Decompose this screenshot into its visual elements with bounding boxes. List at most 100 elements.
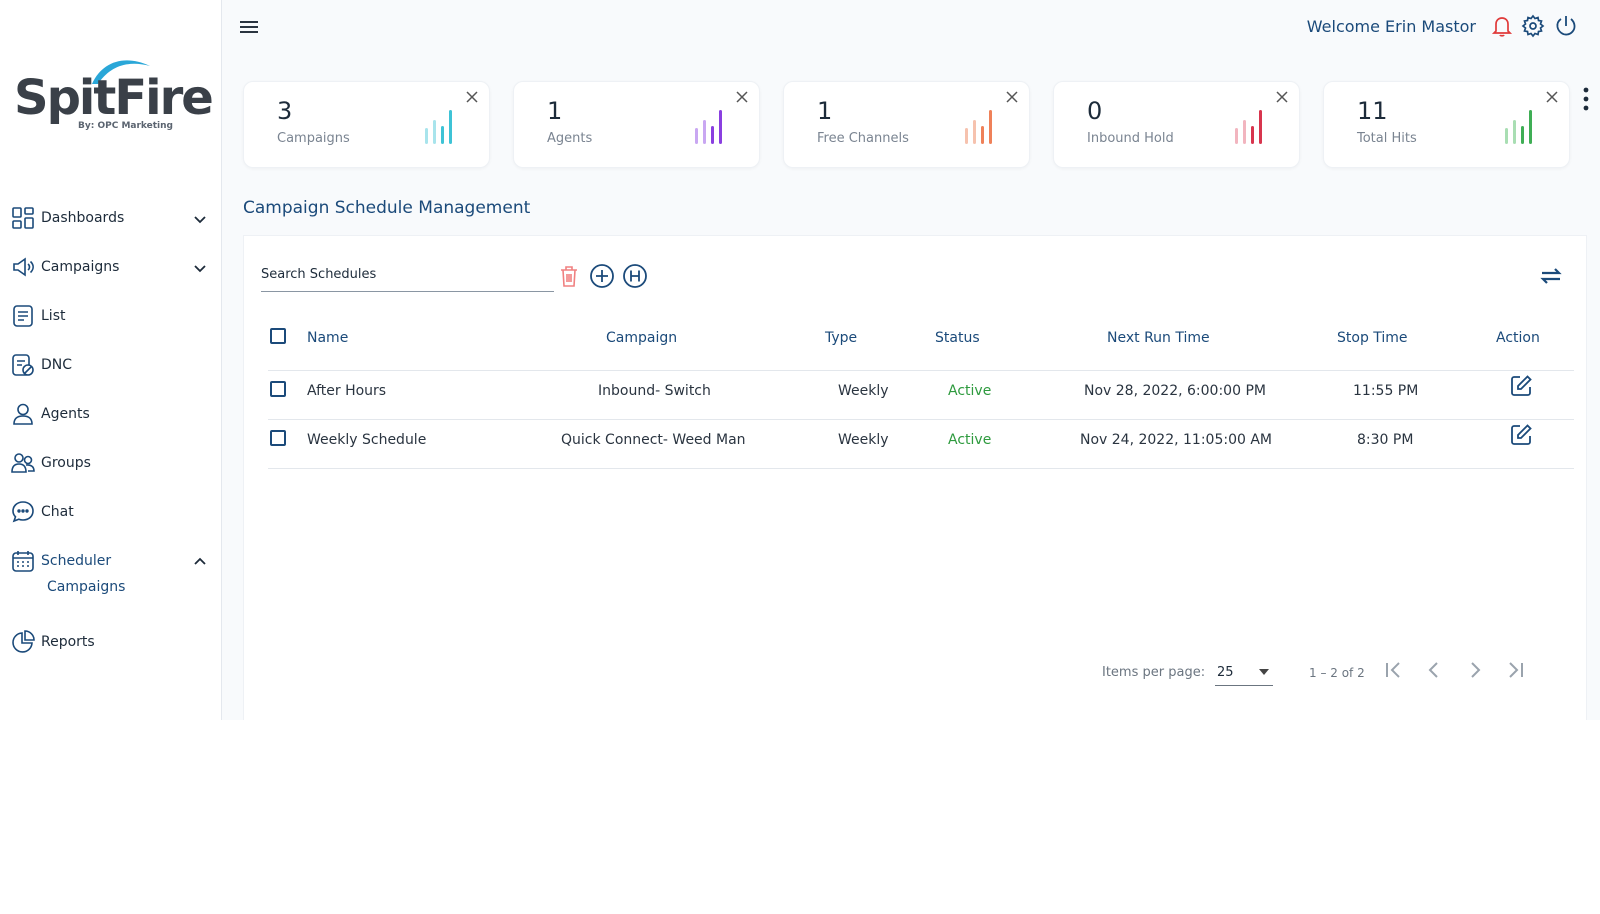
column-header-status[interactable]: Status	[935, 330, 980, 346]
close-icon[interactable]	[1275, 90, 1289, 104]
sidebar-item-scheduler[interactable]: Scheduler	[0, 541, 222, 581]
bar-chart-icon	[965, 110, 992, 144]
logo-subtext: By: OPC Marketing	[78, 121, 173, 131]
cell-campaign: Inbound- Switch	[598, 383, 711, 399]
stat-value: 1	[547, 97, 563, 125]
sidebar-item-label: Agents	[41, 406, 90, 422]
sidebar-subitem-campaigns[interactable]: Campaigns	[47, 579, 125, 595]
swap-arrows-icon[interactable]	[1538, 263, 1564, 289]
first-page-icon[interactable]	[1379, 656, 1407, 684]
more-vertical-icon[interactable]	[1581, 86, 1591, 112]
bar-glyph	[965, 128, 968, 144]
user-icon	[13, 403, 33, 425]
last-page-icon[interactable]	[1502, 656, 1530, 684]
sidebar: SpitFire By: OPC Marketing Dashboards Ca…	[0, 0, 222, 720]
row-checkbox[interactable]	[270, 381, 286, 397]
bar-glyph	[981, 126, 984, 144]
bar-glyph	[973, 120, 976, 144]
edit-icon[interactable]	[1509, 423, 1533, 447]
menu-icon[interactable]	[238, 18, 260, 36]
stat-label: Agents	[547, 131, 593, 146]
bar-glyph	[703, 120, 706, 144]
sidebar-item-reports[interactable]: Reports	[0, 622, 222, 662]
pie-chart-icon	[12, 630, 35, 653]
chevron-down-icon[interactable]	[192, 211, 208, 227]
items-per-page-value: 25	[1217, 665, 1234, 680]
close-icon[interactable]	[1545, 90, 1559, 104]
logo-text: SpitFire	[14, 70, 214, 126]
stat-card-inbound-hold: 0 Inbound Hold	[1053, 81, 1300, 168]
column-header-name[interactable]: Name	[307, 330, 348, 346]
bar-glyph	[433, 120, 436, 144]
stat-label: Inbound Hold	[1087, 131, 1174, 146]
sidebar-item-agents[interactable]: Agents	[0, 394, 222, 434]
column-header-type[interactable]: Type	[825, 330, 857, 346]
trash-icon[interactable]	[556, 263, 582, 289]
bar-chart-icon	[695, 110, 722, 144]
search-field[interactable]	[261, 258, 554, 292]
table-divider	[268, 468, 1574, 469]
bar-glyph	[695, 128, 698, 144]
sidebar-item-label: DNC	[41, 357, 73, 373]
stat-value: 0	[1087, 97, 1103, 125]
search-input[interactable]	[261, 258, 554, 290]
stat-card-total-hits: 11 Total Hits	[1323, 81, 1570, 168]
holiday-h-icon[interactable]	[622, 263, 648, 289]
bar-glyph	[1521, 126, 1524, 144]
sidebar-item-campaigns[interactable]: Campaigns	[0, 247, 222, 287]
chevron-up-icon[interactable]	[192, 554, 208, 570]
pagination-range: 1 – 2 of 2	[1309, 666, 1365, 680]
sidebar-item-label: Scheduler	[41, 553, 112, 569]
spitfire-logo[interactable]: SpitFire By: OPC Marketing	[14, 56, 214, 138]
column-header-action: Action	[1496, 330, 1540, 346]
bar-glyph	[719, 110, 722, 144]
sidebar-item-list[interactable]: List	[0, 296, 222, 336]
row-checkbox[interactable]	[270, 430, 286, 446]
bell-icon[interactable]	[1490, 14, 1514, 38]
close-icon[interactable]	[1005, 90, 1019, 104]
items-per-page-select[interactable]: 25	[1215, 656, 1273, 686]
sidebar-item-chat[interactable]: Chat	[0, 492, 222, 532]
table-divider	[268, 419, 1574, 420]
next-page-icon[interactable]	[1461, 656, 1489, 684]
column-header-campaign[interactable]: Campaign	[606, 330, 677, 346]
stat-value: 11	[1357, 97, 1388, 125]
cell-status: Active	[948, 432, 992, 448]
bar-glyph	[1529, 110, 1532, 144]
column-header-next-run-time[interactable]: Next Run Time	[1107, 330, 1210, 346]
sidebar-item-label: Campaigns	[41, 259, 120, 275]
dashboard-grid-icon	[12, 207, 34, 229]
cell-name: Weekly Schedule	[307, 432, 427, 448]
list-doc-icon	[13, 305, 33, 327]
chevron-down-icon[interactable]	[192, 260, 208, 276]
bar-glyph	[1243, 120, 1246, 144]
sidebar-item-label: Dashboards	[41, 210, 125, 226]
sidebar-item-label: Reports	[41, 634, 95, 650]
megaphone-icon	[13, 257, 34, 277]
stat-card-free-channels: 1 Free Channels	[783, 81, 1030, 168]
cell-campaign: Quick Connect- Weed Man	[561, 432, 746, 448]
add-circle-icon[interactable]	[589, 263, 615, 289]
close-icon[interactable]	[465, 90, 479, 104]
sidebar-item-dnc[interactable]: DNC	[0, 345, 222, 385]
edit-icon[interactable]	[1509, 374, 1533, 398]
bar-chart-icon	[1505, 110, 1532, 144]
stat-card-campaigns: 3 Campaigns	[243, 81, 490, 168]
stat-card-agents: 1 Agents	[513, 81, 760, 168]
schedule-table-panel: Name Campaign Type Status Next Run Time …	[243, 235, 1587, 720]
gear-icon[interactable]	[1521, 14, 1545, 38]
bar-glyph	[1259, 110, 1262, 144]
bar-glyph	[989, 110, 992, 144]
column-header-stop-time[interactable]: Stop Time	[1337, 330, 1408, 346]
bar-glyph	[711, 126, 714, 144]
previous-page-icon[interactable]	[1420, 656, 1448, 684]
close-icon[interactable]	[735, 90, 749, 104]
calendar-icon	[12, 551, 34, 572]
dropdown-caret-icon	[1259, 669, 1269, 675]
bar-glyph	[449, 110, 452, 144]
sidebar-item-groups[interactable]: Groups	[0, 443, 222, 483]
sidebar-item-dashboards[interactable]: Dashboards	[0, 198, 222, 238]
stat-label: Free Channels	[817, 131, 909, 146]
select-all-checkbox[interactable]	[270, 328, 286, 344]
power-icon[interactable]	[1554, 14, 1578, 38]
